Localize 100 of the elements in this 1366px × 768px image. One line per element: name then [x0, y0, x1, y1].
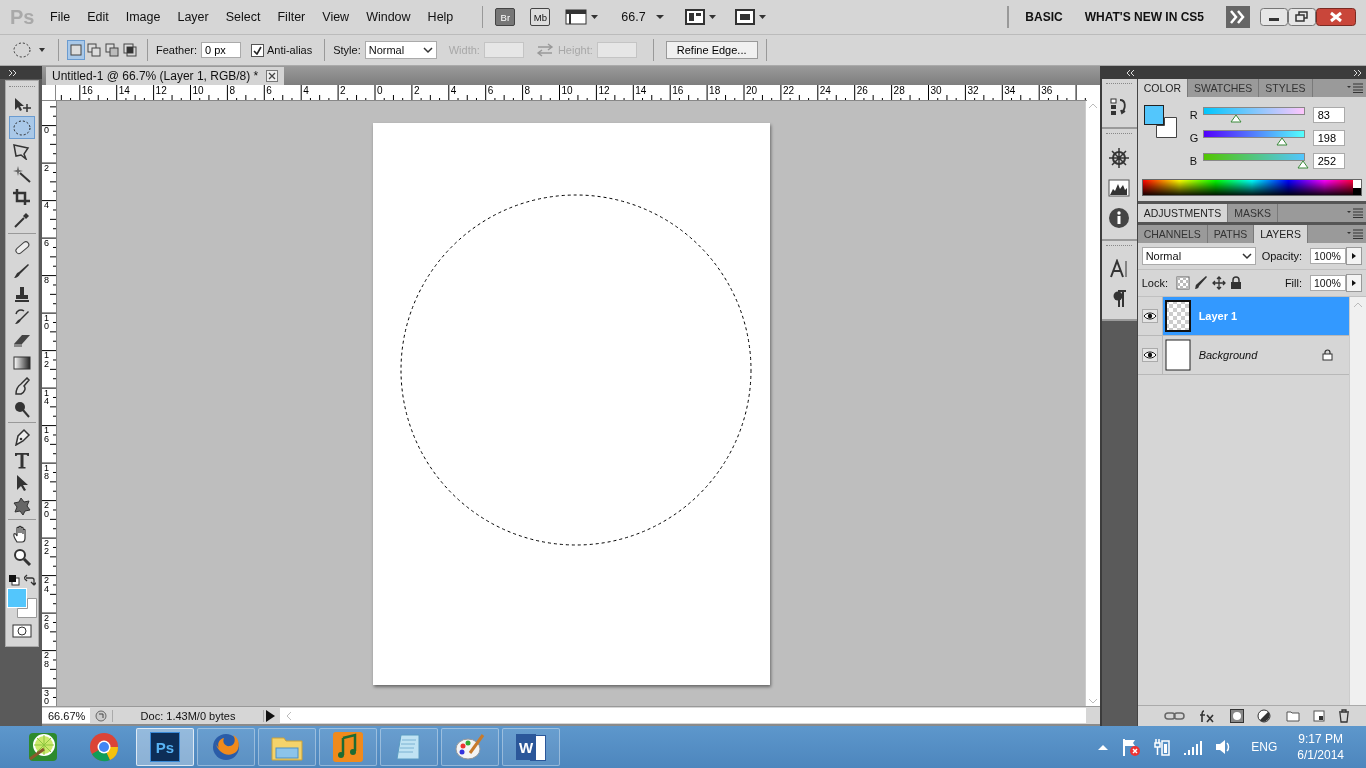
restore-icon[interactable] — [1288, 8, 1316, 26]
link-icon[interactable] — [1164, 710, 1187, 722]
opacity-field[interactable]: 100% — [1310, 248, 1346, 264]
document-tab[interactable]: Untitled-1 @ 66.7% (Layer 1, RGB/8) * — [46, 67, 285, 85]
taskbar-button[interactable] — [197, 728, 255, 766]
channel-value-field[interactable]: 252 — [1312, 153, 1345, 169]
ruler-label: 26 — [856, 85, 868, 96]
minimize-icon[interactable] — [1260, 8, 1288, 26]
adjustment-layer-icon[interactable] — [1256, 709, 1273, 723]
info-icon[interactable] — [1108, 207, 1131, 229]
ruler-label: 6 — [44, 237, 49, 248]
taskbar-button[interactable] — [441, 728, 499, 766]
arrange-documents-icon[interactable] — [684, 8, 719, 26]
mini-bridge-button[interactable]: Mb — [530, 8, 551, 26]
view-extras-icon[interactable] — [565, 8, 600, 26]
expand-icon[interactable] — [8, 68, 18, 77]
folder-icon[interactable] — [1285, 710, 1300, 722]
close-icon[interactable] — [1316, 8, 1356, 26]
character-icon[interactable] — [1109, 259, 1130, 279]
workspace-button[interactable]: WHAT'S NEW IN CS5 — [1084, 10, 1204, 24]
trash-icon[interactable] — [1337, 709, 1350, 723]
menu-item[interactable]: View — [322, 10, 350, 24]
chevron-icon — [1241, 252, 1252, 260]
menu-item[interactable]: Edit — [87, 10, 109, 24]
menu-item[interactable]: Filter — [277, 10, 306, 24]
eye-icon[interactable] — [1141, 309, 1158, 323]
quick-mask-icon[interactable] — [12, 624, 32, 638]
expand-icon[interactable] — [1353, 68, 1363, 77]
play-arrow-icon[interactable] — [264, 708, 276, 723]
ruler-label: 4 — [303, 85, 309, 96]
background-color-swatch[interactable] — [17, 598, 37, 618]
menu-item[interactable]: Window — [366, 10, 411, 24]
brush-icon — [12, 261, 32, 280]
menu-item[interactable]: File — [50, 10, 71, 24]
channel-value-field[interactable]: 198 — [1312, 130, 1345, 146]
panel-tab[interactable]: LAYERS — [1254, 225, 1308, 243]
panel-menu-icon[interactable] — [1347, 83, 1363, 93]
horizontal-scrollbar[interactable] — [280, 708, 1086, 723]
layer-row[interactable]: Background — [1162, 336, 1349, 374]
taskbar-button[interactable]: Ps — [136, 728, 194, 766]
panel-menu-icon[interactable] — [1347, 229, 1363, 239]
finger-icon — [12, 376, 32, 395]
style-dropdown[interactable]: Normal — [364, 41, 437, 59]
slider-thumb[interactable] — [1229, 113, 1242, 123]
collapse-icon[interactable] — [1125, 68, 1135, 77]
selection-mode-icon — [69, 43, 83, 57]
battery-plug-icon[interactable] — [1153, 737, 1172, 757]
ruler-label: 28 — [44, 650, 49, 669]
menu-item[interactable]: Image — [125, 10, 161, 24]
foreground-color-swatch[interactable] — [1143, 105, 1164, 125]
lock-icon[interactable] — [1229, 276, 1242, 290]
checkerboard-icon[interactable] — [1175, 276, 1190, 290]
height-field[interactable] — [596, 42, 637, 58]
ruler-label: 12 — [44, 350, 49, 369]
selection-mode-button[interactable] — [121, 40, 139, 60]
bridge-button[interactable]: Br — [495, 8, 516, 26]
ruler-label: 6 — [266, 85, 272, 96]
speaker-icon[interactable] — [1215, 738, 1232, 756]
flag-error-icon[interactable] — [1121, 737, 1142, 757]
slider-thumb[interactable] — [1275, 136, 1288, 146]
channel-label: G — [1189, 132, 1200, 144]
workspace-button[interactable]: BASIC — [1025, 10, 1063, 24]
refine-edge-button[interactable]: Refine Edge... — [665, 41, 758, 59]
ruler-label: 8 — [44, 275, 49, 285]
close-icon[interactable] — [266, 70, 279, 82]
effects-icon[interactable] — [1199, 709, 1217, 723]
selection-mode-button[interactable] — [103, 40, 121, 60]
slider-thumb[interactable] — [1297, 159, 1310, 169]
panel-tab[interactable]: ADJUSTMENTS — [1137, 204, 1229, 222]
default-colors-icon[interactable] — [8, 574, 20, 586]
wheel-icon[interactable] — [1108, 147, 1131, 169]
screen-mode-icon[interactable] — [734, 8, 769, 26]
more-workspaces-icon[interactable] — [1226, 6, 1250, 28]
show-hidden-icons[interactable] — [1097, 743, 1110, 751]
menu-item[interactable]: Layer — [177, 10, 209, 24]
move-icon[interactable] — [1211, 276, 1226, 290]
ruler-label: 14 — [635, 85, 647, 96]
panel-menu-icon[interactable] — [1347, 208, 1363, 218]
clock-date[interactable]: 6/1/2014 — [1297, 748, 1344, 762]
color-spectrum-bar[interactable] — [1141, 179, 1362, 196]
swap-colors-icon[interactable] — [24, 574, 36, 586]
zoom-level-field[interactable]: 66.67% — [42, 708, 90, 723]
blend-mode-dropdown[interactable]: Normal — [1141, 247, 1256, 265]
brush-icon[interactable] — [1193, 276, 1208, 290]
fill-field[interactable]: 100% — [1310, 275, 1346, 291]
menu-item[interactable]: Select — [225, 10, 261, 24]
feather-field[interactable]: 0 px — [200, 42, 241, 58]
signal-icon[interactable] — [1183, 739, 1204, 755]
taskbar-button[interactable]: W — [502, 728, 560, 766]
new-layer-icon[interactable] — [1312, 710, 1325, 722]
histogram-icon[interactable] — [1108, 179, 1131, 197]
panel-tab[interactable]: COLOR — [1137, 79, 1188, 97]
zoom-dropdown[interactable]: 66.7 — [621, 10, 665, 24]
menu-item[interactable]: Help — [427, 10, 454, 24]
mask-icon[interactable] — [1229, 709, 1244, 723]
eye-icon[interactable] — [1141, 348, 1158, 362]
vertical-scrollbar[interactable] — [1349, 297, 1366, 705]
anti-alias-checkbox[interactable] — [250, 43, 264, 57]
taskbar-button[interactable] — [319, 728, 377, 766]
channel-value-field[interactable]: 83 — [1312, 107, 1345, 123]
